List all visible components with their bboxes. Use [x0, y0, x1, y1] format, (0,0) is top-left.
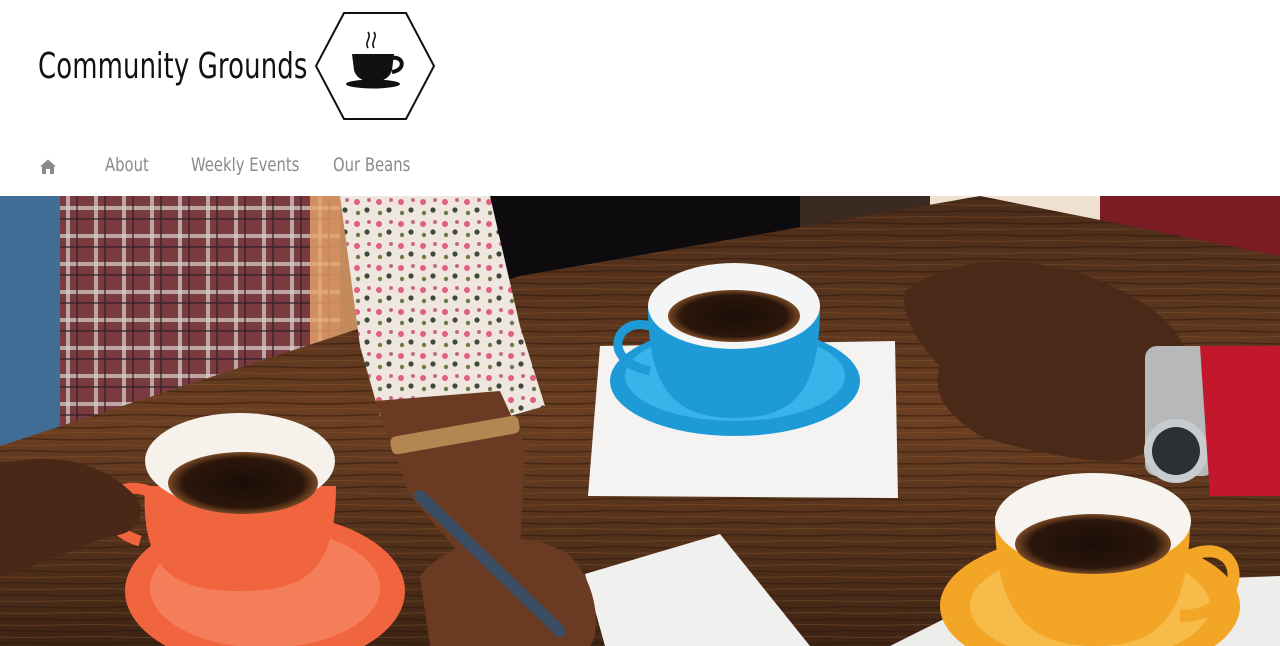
hero-illustration	[0, 196, 1280, 646]
home-icon[interactable]	[38, 157, 58, 177]
nav-item-about[interactable]: About	[105, 154, 149, 176]
main-nav: About Weekly Events Our Beans	[38, 150, 410, 184]
nav-item-weekly-events[interactable]: Weekly Events	[191, 154, 299, 176]
coffee-cup-hexagon-icon[interactable]	[312, 4, 436, 128]
hero-image	[0, 196, 1280, 646]
nav-item-our-beans[interactable]: Our Beans	[333, 154, 410, 176]
brand[interactable]: Community Grounds	[38, 4, 310, 130]
site-header: Community Grounds About Weekly Events Ou…	[0, 0, 1280, 196]
site-title[interactable]: Community Grounds	[38, 49, 307, 85]
